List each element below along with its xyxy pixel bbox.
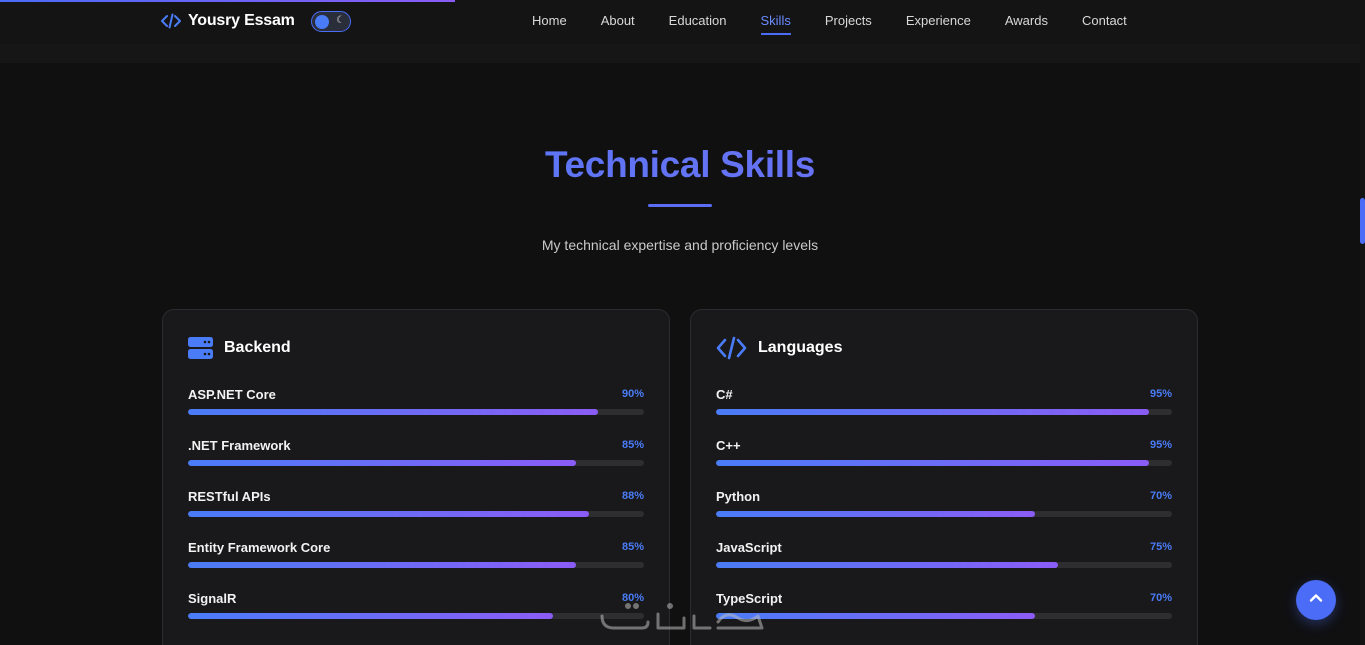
progress-fill	[716, 460, 1150, 466]
card-title: Backend	[224, 339, 291, 356]
skill-name: Entity Framework Core	[188, 540, 331, 555]
progress-fill	[188, 613, 553, 619]
skill-percent: 70%	[1149, 592, 1172, 604]
skill-name: RESTful APIs	[188, 489, 271, 504]
scroll-progress-bar	[0, 0, 455, 2]
server-icon	[188, 337, 213, 359]
progress-fill	[188, 562, 576, 568]
nav-divider-strip	[0, 44, 1360, 63]
skill-name: SignalR	[188, 591, 237, 606]
skill-item: Python 70%	[716, 489, 1173, 540]
skill-item: SignalR 80%	[188, 591, 645, 642]
skill-name: .NET Framework	[188, 438, 291, 453]
progress-fill	[716, 409, 1150, 415]
nav-link-experience[interactable]: Experience	[889, 0, 988, 44]
skill-percent: 90%	[621, 388, 644, 400]
section-title: Technical Skills	[0, 144, 1360, 186]
skill-item: .NET Framework 85%	[188, 438, 645, 489]
skill-percent: 85%	[621, 541, 644, 553]
progress-track	[716, 511, 1172, 517]
chevron-up-icon	[1308, 590, 1324, 611]
watermark-logo	[600, 603, 764, 630]
theme-toggle[interactable]: ☾	[311, 11, 351, 32]
card-title: Languages	[758, 339, 843, 356]
scrollbar-thumb[interactable]	[1360, 198, 1365, 244]
skill-percent: 85%	[621, 439, 644, 451]
nav-link-contact[interactable]: Contact	[1065, 0, 1144, 44]
nav-link-awards[interactable]: Awards	[988, 0, 1065, 44]
progress-track	[188, 460, 644, 466]
progress-track	[716, 460, 1172, 466]
progress-fill	[716, 562, 1058, 568]
nav-link-home[interactable]: Home	[515, 0, 584, 44]
skill-item: Entity Framework Core 85%	[188, 540, 645, 591]
card-header: Backend	[188, 336, 291, 360]
brand-logo[interactable]: Yousry Essam	[161, 11, 295, 31]
skill-name: C#	[716, 387, 733, 402]
code-icon	[716, 336, 747, 360]
skill-item: ASP.NET Core 90%	[188, 387, 645, 438]
title-underline	[648, 204, 712, 207]
skill-name: Python	[716, 489, 761, 504]
skill-percent: 95%	[1149, 388, 1172, 400]
progress-track	[716, 562, 1172, 568]
skill-name: C++	[716, 438, 741, 453]
progress-track	[716, 613, 1172, 619]
progress-fill	[188, 460, 576, 466]
skill-item: JavaScript 75%	[716, 540, 1173, 591]
skill-card-backend: Backend ASP.NET Core 90% .NET Framework …	[162, 309, 670, 645]
skill-percent: 95%	[1149, 439, 1172, 451]
skill-percent: 75%	[1149, 541, 1172, 553]
nav-link-skills[interactable]: Skills	[744, 0, 808, 44]
progress-track	[188, 511, 644, 517]
skill-percent: 88%	[621, 490, 644, 502]
progress-fill	[188, 409, 599, 415]
skill-item: C++ 95%	[716, 438, 1173, 489]
progress-fill	[188, 511, 590, 517]
back-to-top-button[interactable]	[1296, 580, 1336, 620]
skill-percent: 70%	[1149, 490, 1172, 502]
progress-track	[188, 409, 644, 415]
nav-link-about[interactable]: About	[584, 0, 652, 44]
page: Yousry Essam ☾ Home About Education Skil…	[0, 0, 1365, 645]
section-subtitle: My technical expertise and proficiency l…	[541, 237, 819, 253]
navbar: Yousry Essam ☾ Home About Education Skil…	[0, 0, 1360, 44]
moon-icon: ☾	[336, 15, 345, 26]
progress-track	[188, 562, 644, 568]
nav-links: Home About Education Skills Projects Exp…	[515, 0, 1144, 44]
skill-list: ASP.NET Core 90% .NET Framework 85% REST…	[188, 387, 645, 642]
code-icon	[161, 13, 181, 29]
brand-name: Yousry Essam	[188, 12, 295, 29]
nav-link-education[interactable]: Education	[652, 0, 744, 44]
scrollbar[interactable]	[1360, 0, 1365, 645]
skill-item: TypeScript 70%	[716, 591, 1173, 642]
skill-list: C# 95% C++ 95% Python 70% JavaScript 75%…	[716, 387, 1173, 642]
progress-fill	[716, 511, 1036, 517]
skill-name: JavaScript	[716, 540, 782, 555]
progress-track	[716, 409, 1172, 415]
skill-name: ASP.NET Core	[188, 387, 276, 402]
progress-track	[188, 613, 644, 619]
card-header: Languages	[716, 336, 842, 360]
nav-link-projects[interactable]: Projects	[808, 0, 889, 44]
toggle-knob	[315, 14, 329, 29]
skill-item: C# 95%	[716, 387, 1173, 438]
skill-item: RESTful APIs 88%	[188, 489, 645, 540]
